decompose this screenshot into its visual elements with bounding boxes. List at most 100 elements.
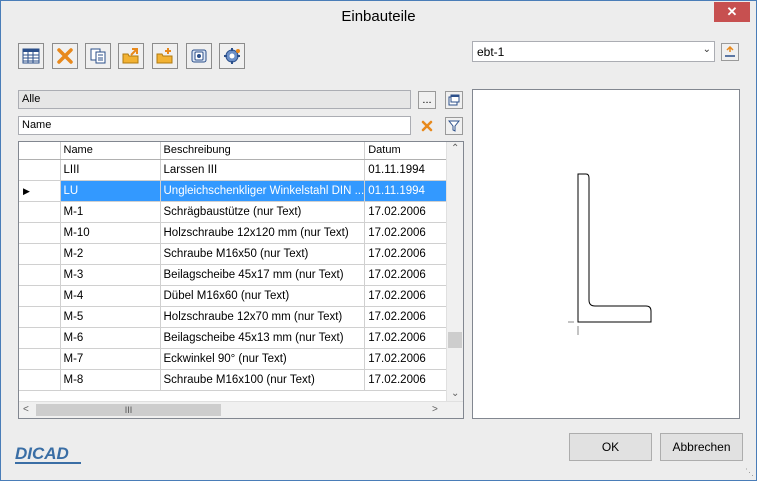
cell-datum[interactable]: 17.02.2006 bbox=[364, 306, 452, 328]
ok-button[interactable]: OK bbox=[569, 433, 652, 461]
close-button[interactable]: ✕ bbox=[714, 2, 750, 22]
folder-export-icon bbox=[122, 48, 139, 64]
table-row[interactable]: M-7 Eckwinkel 90° (nur Text) 17.02.2006 bbox=[19, 348, 452, 370]
cell-beschreibung[interactable]: Beilagscheibe 45x17 mm (nur Text) bbox=[160, 264, 366, 286]
cell-beschreibung[interactable]: Beilagscheibe 45x13 mm (nur Text) bbox=[160, 327, 366, 349]
column-header-name[interactable]: Name bbox=[60, 142, 161, 160]
cell-name[interactable]: M-5 bbox=[60, 306, 161, 328]
edit-icon bbox=[725, 46, 735, 57]
scroll-left-icon[interactable]: < bbox=[23, 404, 29, 415]
cell-name[interactable]: LIII bbox=[60, 159, 161, 181]
row-header[interactable] bbox=[19, 348, 61, 370]
cell-beschreibung[interactable]: Schraube M16x50 (nur Text) bbox=[160, 243, 366, 265]
row-header-corner bbox=[19, 142, 61, 160]
vertical-scroll-thumb[interactable] bbox=[448, 332, 462, 348]
category-field[interactable]: Alle bbox=[18, 90, 411, 109]
table-row[interactable]: M-8 Schraube M16x100 (nur Text) 17.02.2006 bbox=[19, 369, 452, 391]
clear-icon bbox=[421, 120, 433, 132]
cell-name[interactable]: LU bbox=[60, 180, 161, 202]
delete-button[interactable] bbox=[52, 43, 78, 69]
cell-name[interactable]: M-2 bbox=[60, 243, 161, 265]
row-header[interactable] bbox=[19, 264, 61, 286]
delete-icon bbox=[57, 48, 73, 64]
filter-button[interactable] bbox=[445, 117, 463, 135]
settings-button[interactable] bbox=[219, 43, 245, 69]
parts-table-body: Name Beschreibung Datum LIII Larssen III 0… bbox=[19, 142, 452, 391]
cell-datum[interactable]: 01.11.1994 bbox=[364, 180, 452, 202]
table-row[interactable]: LIII Larssen III 01.11.1994 bbox=[19, 159, 452, 181]
cell-datum[interactable]: 17.02.2006 bbox=[364, 285, 452, 307]
scroll-down-icon[interactable]: ⌄ bbox=[451, 388, 459, 399]
cell-beschreibung[interactable]: Dübel M16x60 (nur Text) bbox=[160, 285, 366, 307]
chevron-down-icon: ⌄ bbox=[702, 44, 711, 55]
row-header[interactable] bbox=[19, 222, 61, 244]
row-header[interactable] bbox=[19, 306, 61, 328]
copy-icon bbox=[90, 48, 106, 64]
import-button[interactable] bbox=[186, 43, 212, 69]
horizontal-scroll-thumb[interactable]: III bbox=[36, 404, 221, 416]
variant-select-value: ebt-1 bbox=[477, 45, 505, 59]
table-row[interactable]: M-5 Holzschraube 12x70 mm (nur Text) 17.02… bbox=[19, 306, 452, 328]
row-header[interactable] bbox=[19, 327, 61, 349]
open-window-button[interactable] bbox=[445, 91, 463, 109]
cell-name[interactable]: M-10 bbox=[60, 222, 161, 244]
cell-name[interactable]: M-1 bbox=[60, 201, 161, 223]
row-header[interactable] bbox=[19, 369, 61, 391]
column-header-datum[interactable]: Datum bbox=[364, 142, 452, 160]
cell-beschreibung[interactable]: Larssen III bbox=[160, 159, 366, 181]
resize-grip-icon[interactable]: ⋱ bbox=[745, 467, 754, 478]
cell-beschreibung[interactable]: Holzschraube 12x70 mm (nur Text) bbox=[160, 306, 366, 328]
clear-filter-button[interactable] bbox=[418, 117, 436, 135]
cell-datum[interactable]: 17.02.2006 bbox=[364, 201, 452, 223]
variant-select[interactable]: ebt-1 ⌄ bbox=[472, 41, 715, 62]
table-row[interactable]: M-2 Schraube M16x50 (nur Text) 17.02.2006 bbox=[19, 243, 452, 265]
variant-action-button[interactable] bbox=[721, 43, 739, 61]
horizontal-scrollbar[interactable]: < III > bbox=[19, 401, 463, 418]
table-row[interactable]: M-1 Schrägbaustütze (nur Text) 17.02.2006 bbox=[19, 201, 452, 223]
cell-beschreibung[interactable]: Eckwinkel 90° (nur Text) bbox=[160, 348, 366, 370]
cell-name[interactable]: M-4 bbox=[60, 285, 161, 307]
row-header[interactable]: ▶ bbox=[19, 180, 61, 202]
table-row[interactable]: M-3 Beilagscheibe 45x17 mm (nur Text) 17.0… bbox=[19, 264, 452, 286]
name-filter-input[interactable]: Name bbox=[18, 116, 411, 135]
table-row[interactable]: M-4 Dübel M16x60 (nur Text) 17.02.2006 bbox=[19, 285, 452, 307]
dicad-logo: DICAD bbox=[15, 444, 69, 463]
cell-beschreibung[interactable]: Holzschraube 12x120 mm (nur Text) bbox=[160, 222, 366, 244]
table-view-button[interactable] bbox=[18, 43, 44, 69]
cell-beschreibung[interactable]: Schrägbaustütze (nur Text) bbox=[160, 201, 366, 223]
table-row[interactable]: ▶ LU Ungleichschenkliger Winkelstahl DIN .… bbox=[19, 180, 452, 202]
parts-table: Name Beschreibung Datum LIII Larssen III 0… bbox=[18, 141, 464, 419]
logo-underline bbox=[15, 462, 81, 464]
row-header[interactable] bbox=[19, 243, 61, 265]
cell-name[interactable]: M-6 bbox=[60, 327, 161, 349]
title-bar: Einbauteile ✕ bbox=[1, 1, 756, 33]
cell-beschreibung[interactable]: Schraube M16x100 (nur Text) bbox=[160, 369, 366, 391]
cell-datum[interactable]: 01.11.1994 bbox=[364, 159, 452, 181]
preview-pane bbox=[472, 89, 740, 419]
cell-datum[interactable]: 17.02.2006 bbox=[364, 369, 452, 391]
scroll-right-icon[interactable]: > bbox=[432, 404, 438, 415]
row-header[interactable] bbox=[19, 159, 61, 181]
new-folder-button[interactable] bbox=[152, 43, 178, 69]
dialog-window: Einbauteile ✕ ebt-1 ⌄ Alle ... Name Name… bbox=[0, 0, 757, 481]
cell-datum[interactable]: 17.02.2006 bbox=[364, 243, 452, 265]
cell-datum[interactable]: 17.02.2006 bbox=[364, 264, 452, 286]
scroll-up-icon[interactable]: ⌃ bbox=[451, 143, 459, 154]
browse-button[interactable]: ... bbox=[418, 91, 436, 109]
vertical-scrollbar[interactable]: ⌃ ⌄ bbox=[446, 142, 463, 403]
cell-name[interactable]: M-7 bbox=[60, 348, 161, 370]
cell-datum[interactable]: 17.02.2006 bbox=[364, 222, 452, 244]
cancel-button[interactable]: Abbrechen bbox=[660, 433, 743, 461]
column-header-beschreibung[interactable]: Beschreibung bbox=[160, 142, 366, 160]
table-row[interactable]: M-6 Beilagscheibe 45x13 mm (nur Text) 17.0… bbox=[19, 327, 452, 349]
row-header[interactable] bbox=[19, 285, 61, 307]
cell-datum[interactable]: 17.02.2006 bbox=[364, 327, 452, 349]
cell-name[interactable]: M-8 bbox=[60, 369, 161, 391]
cell-name[interactable]: M-3 bbox=[60, 264, 161, 286]
cell-datum[interactable]: 17.02.2006 bbox=[364, 348, 452, 370]
cell-beschreibung[interactable]: Ungleichschenkliger Winkelstahl DIN ... bbox=[160, 180, 366, 202]
export-button[interactable] bbox=[118, 43, 144, 69]
row-header[interactable] bbox=[19, 201, 61, 223]
copy-button[interactable] bbox=[85, 43, 111, 69]
table-row[interactable]: M-10 Holzschraube 12x120 mm (nur Text) 17.… bbox=[19, 222, 452, 244]
